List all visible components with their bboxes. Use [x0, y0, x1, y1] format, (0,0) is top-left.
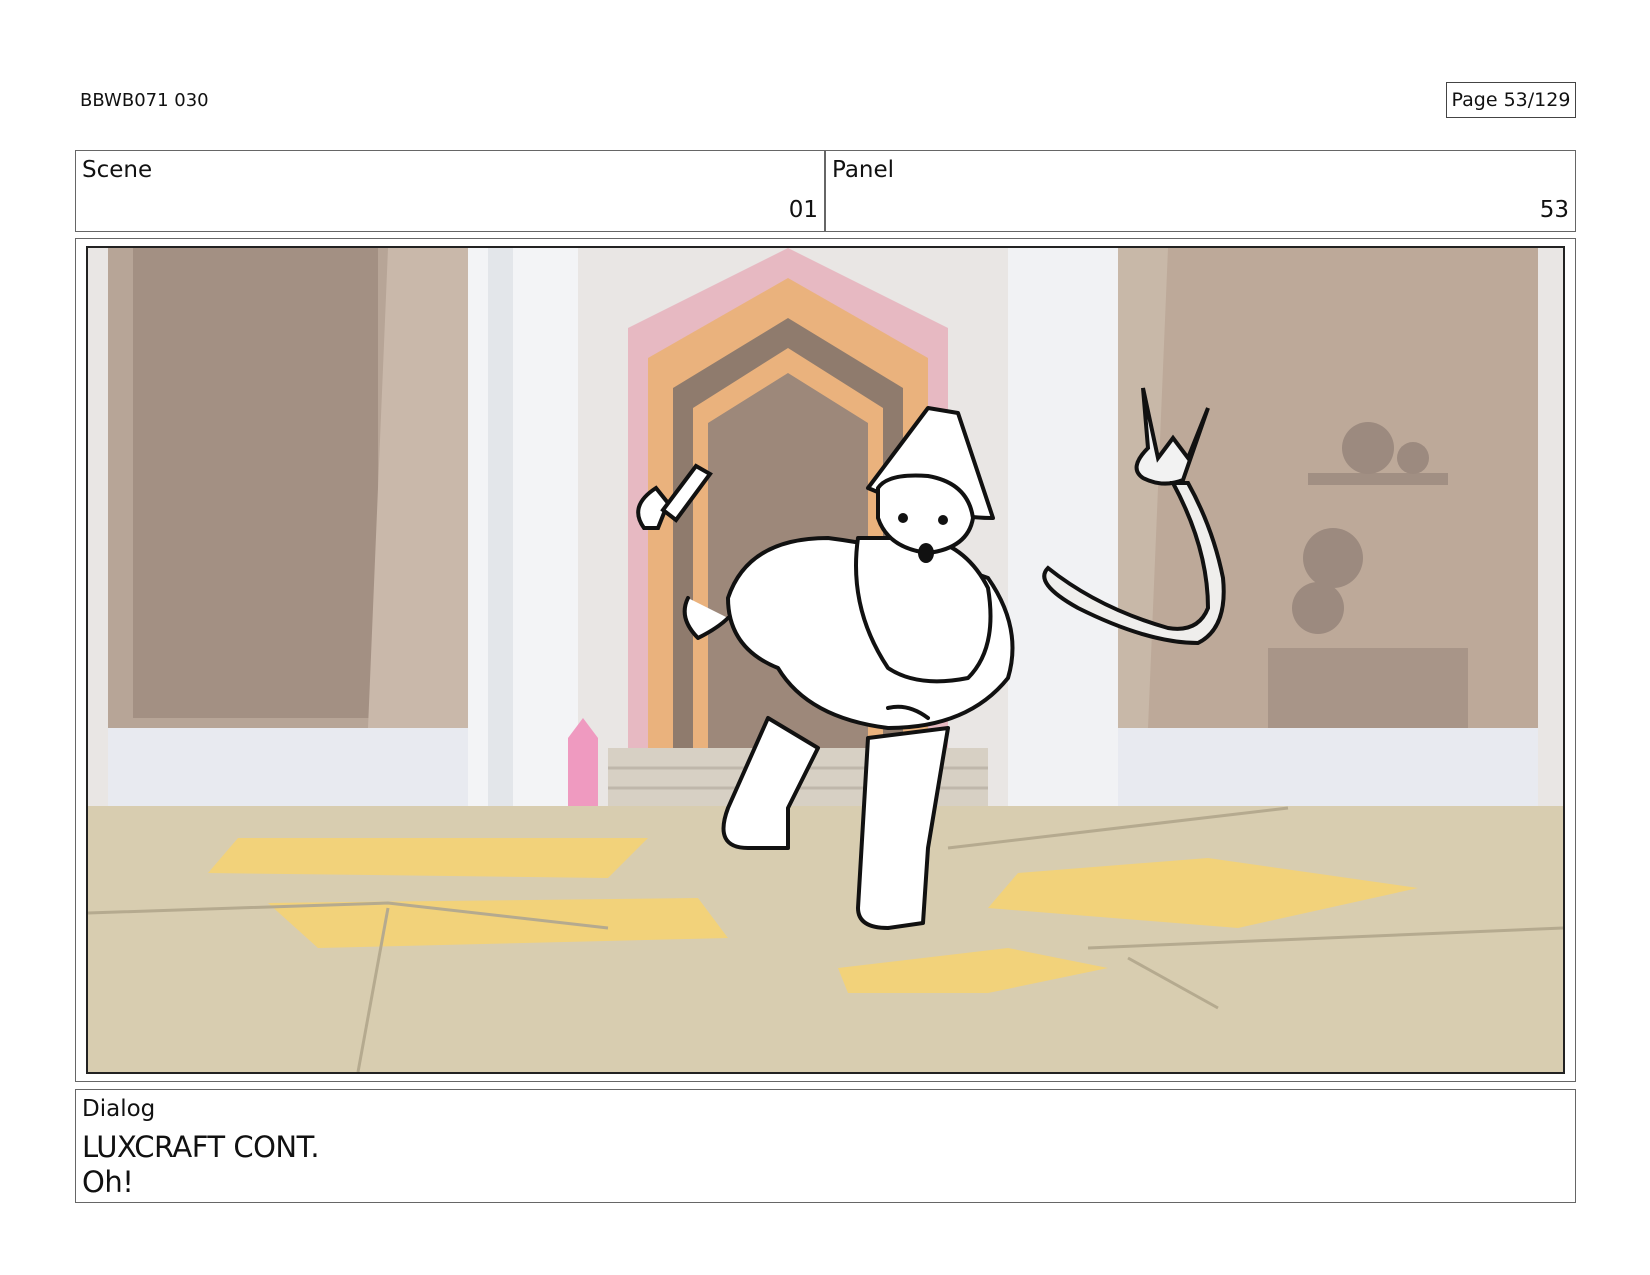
dialog-field: Dialog LUXCRAFT CONT. Oh!: [75, 1089, 1576, 1203]
left-pillar: [468, 248, 578, 808]
document-id: BBWB071 030: [80, 90, 209, 111]
scene-value: 01: [788, 197, 818, 223]
panel-label: Panel: [832, 157, 895, 183]
panel-field: Panel 53: [825, 150, 1576, 232]
shelf: [1308, 473, 1448, 485]
dialog-label: Dialog: [82, 1096, 156, 1122]
page-number: Page 53/129: [1446, 82, 1576, 118]
right-pillar: [1008, 248, 1118, 808]
panel-value: 53: [1539, 197, 1569, 223]
scene-field: Scene 01: [75, 150, 825, 232]
scene-label: Scene: [82, 157, 153, 183]
storyboard-image: [86, 246, 1565, 1074]
dialog-text: Oh!: [82, 1165, 134, 1199]
storyboard-drawing: [88, 248, 1563, 1072]
storyboard-frame: [75, 238, 1576, 1082]
dialog-speaker: LUXCRAFT CONT.: [82, 1130, 320, 1164]
